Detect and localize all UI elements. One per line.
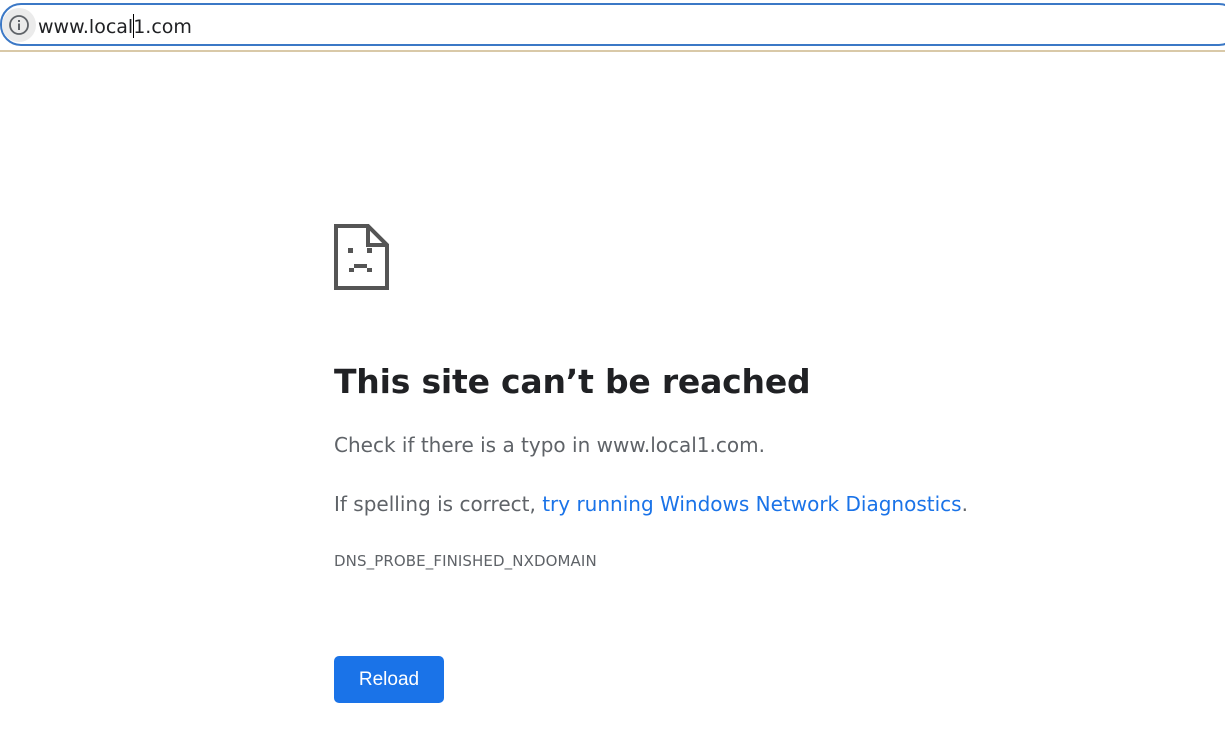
diagnostics-suggestion: If spelling is correct, try running Wind… bbox=[334, 492, 968, 516]
toolbar: www.local1.com bbox=[0, 0, 1225, 52]
url-text-after-cursor: 1.com bbox=[133, 16, 192, 38]
error-headline: This site can’t be reached bbox=[334, 362, 811, 401]
reload-button[interactable]: Reload bbox=[334, 656, 444, 703]
diagnostics-link[interactable]: try running Windows Network Diagnostics bbox=[542, 492, 961, 516]
info-icon bbox=[9, 15, 29, 35]
sad-document-icon bbox=[334, 224, 389, 290]
diagnostics-prefix: If spelling is correct, bbox=[334, 492, 543, 516]
error-code: DNS_PROBE_FINISHED_NXDOMAIN bbox=[334, 552, 597, 570]
site-info-button[interactable] bbox=[2, 8, 36, 42]
url-input[interactable]: www.local1.com bbox=[38, 14, 1188, 38]
diagnostics-suffix: . bbox=[961, 492, 968, 516]
error-content: This site can’t be reached Check if ther… bbox=[334, 224, 1134, 703]
typo-check-text: Check if there is a typo in www.local1.c… bbox=[334, 433, 765, 457]
url-text-before-cursor: www.local bbox=[38, 16, 134, 38]
omnibox[interactable]: www.local1.com bbox=[0, 3, 1225, 46]
